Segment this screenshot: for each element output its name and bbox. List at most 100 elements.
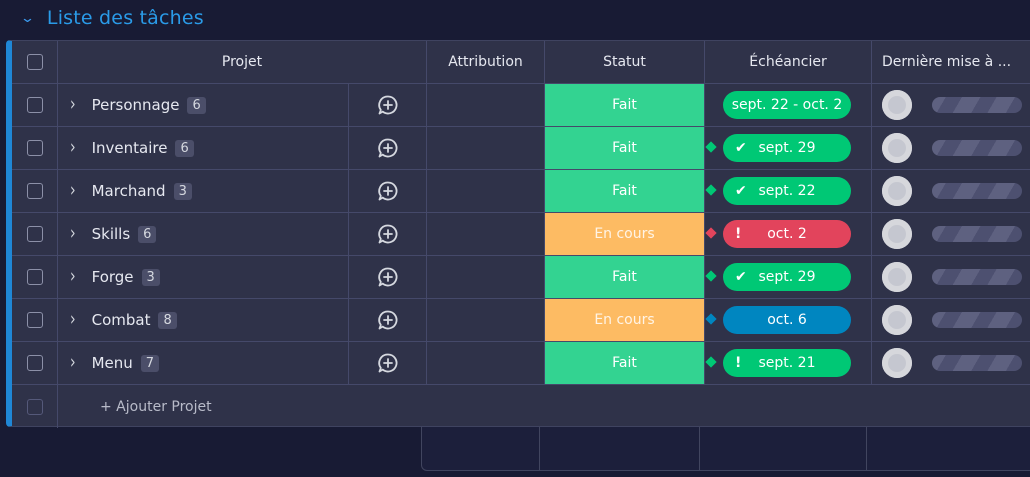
timeline-pill[interactable]: ✔ sept. 29 — [705, 263, 851, 291]
row-checkbox[interactable] — [26, 226, 43, 242]
subitem-count-badge[interactable]: 6 — [138, 225, 157, 243]
status-label[interactable]: Fait — [545, 84, 704, 126]
row-checkbox-cell[interactable] — [12, 342, 58, 384]
status-label[interactable]: Fait — [545, 127, 704, 169]
row-checkbox[interactable] — [26, 269, 43, 285]
row-checkbox-cell[interactable] — [12, 256, 58, 298]
timeline-cell[interactable]: ✔ sept. 29 — [705, 256, 872, 298]
expand-subitems-icon[interactable]: › — [70, 353, 76, 374]
timeline-pill[interactable]: ✔ sept. 22 — [705, 177, 851, 205]
avatar[interactable] — [882, 219, 912, 249]
row-checkbox[interactable] — [26, 355, 43, 371]
updates-cell[interactable] — [349, 84, 427, 126]
avatar[interactable] — [882, 348, 912, 378]
row-checkbox-cell[interactable] — [12, 299, 58, 341]
add-update-icon[interactable] — [377, 180, 399, 202]
status-cell[interactable]: Fait — [545, 127, 705, 169]
project-name[interactable]: Skills — [92, 225, 131, 243]
attribution-cell[interactable] — [427, 342, 545, 384]
subitem-count-badge[interactable]: 6 — [175, 139, 194, 157]
column-header-statut[interactable]: Statut — [545, 41, 705, 83]
row-checkbox[interactable] — [26, 140, 43, 156]
timeline-cell[interactable]: ! oct. 2 — [705, 213, 872, 255]
status-cell[interactable]: En cours — [545, 299, 705, 341]
project-cell[interactable]: › Forge 3 — [58, 256, 349, 298]
select-all-cell[interactable] — [12, 41, 58, 83]
timeline-cell[interactable]: ! sept. 21 — [705, 342, 872, 384]
add-item-cell[interactable]: + Ajouter Projet — [58, 385, 958, 428]
subitem-count-badge[interactable]: 7 — [140, 354, 160, 372]
add-item-row[interactable]: + Ajouter Projet — [12, 385, 1030, 428]
attribution-cell[interactable] — [427, 213, 545, 255]
project-name[interactable]: Marchand — [92, 182, 166, 200]
timeline-cell[interactable]: sept. 22 - oct. 2 — [705, 84, 872, 126]
row-checkbox-cell[interactable] — [12, 170, 58, 212]
row-checkbox-cell[interactable] — [12, 84, 58, 126]
add-update-icon[interactable] — [377, 266, 399, 288]
project-name[interactable]: Menu — [92, 354, 133, 372]
table-row[interactable]: › Personnage 6 Fait sept. 22 - oct. 2 — [12, 84, 1030, 127]
select-all-checkbox[interactable] — [26, 54, 43, 70]
updates-cell[interactable] — [349, 170, 427, 212]
attribution-cell[interactable] — [427, 127, 545, 169]
table-row[interactable]: › Combat 8 En cours oct. 6 — [12, 299, 1030, 342]
status-label[interactable]: Fait — [545, 342, 704, 384]
status-cell[interactable]: Fait — [545, 256, 705, 298]
attribution-cell[interactable] — [427, 84, 545, 126]
status-label[interactable]: En cours — [545, 299, 704, 341]
timeline-pill[interactable]: sept. 22 - oct. 2 — [723, 91, 851, 119]
table-row[interactable]: › Forge 3 Fait ✔ sept. 29 — [12, 256, 1030, 299]
updates-cell[interactable] — [349, 127, 427, 169]
status-label[interactable]: Fait — [545, 256, 704, 298]
table-row[interactable]: › Marchand 3 Fait ✔ sept. 22 — [12, 170, 1030, 213]
add-update-icon[interactable] — [377, 223, 399, 245]
attribution-cell[interactable] — [427, 170, 545, 212]
add-update-icon[interactable] — [377, 309, 399, 331]
row-checkbox[interactable] — [26, 312, 43, 328]
expand-subitems-icon[interactable]: › — [70, 267, 76, 288]
project-name[interactable]: Forge — [92, 268, 134, 286]
row-checkbox-cell[interactable] — [12, 127, 58, 169]
timeline-cell[interactable]: oct. 6 — [705, 299, 872, 341]
chevron-down-icon[interactable]: ⌄ — [20, 12, 35, 25]
project-name[interactable]: Inventaire — [92, 139, 168, 157]
attribution-cell[interactable] — [427, 256, 545, 298]
column-header-derniere-mise-a-jour[interactable]: Dernière mise à ... — [872, 41, 1030, 83]
table-row[interactable]: › Menu 7 Fait ! sept. 21 — [12, 342, 1030, 385]
project-name[interactable]: Personnage — [92, 96, 180, 114]
column-header-projet[interactable]: Projet — [58, 41, 427, 83]
row-checkbox[interactable] — [26, 183, 43, 199]
table-row[interactable]: › Inventaire 6 Fait ✔ sept. 29 — [12, 127, 1030, 170]
add-update-icon[interactable] — [377, 94, 399, 116]
group-title[interactable]: Liste des tâches — [47, 7, 204, 29]
project-cell[interactable]: › Combat 8 — [58, 299, 349, 341]
timeline-pill[interactable]: ! sept. 21 — [705, 349, 851, 377]
project-cell[interactable]: › Inventaire 6 — [58, 127, 349, 169]
expand-subitems-icon[interactable]: › — [70, 224, 76, 245]
timeline-cell[interactable]: ✔ sept. 22 — [705, 170, 872, 212]
project-cell[interactable]: › Skills 6 — [58, 213, 349, 255]
column-header-echeancier[interactable]: Échéancier — [705, 41, 872, 83]
subitem-count-badge[interactable]: 6 — [187, 96, 206, 114]
row-checkbox[interactable] — [26, 97, 43, 113]
updates-cell[interactable] — [349, 299, 427, 341]
avatar[interactable] — [882, 176, 912, 206]
add-update-icon[interactable] — [377, 137, 399, 159]
add-item-label[interactable]: + Ajouter Projet — [100, 399, 212, 415]
expand-subitems-icon[interactable]: › — [70, 310, 76, 331]
status-cell[interactable]: Fait — [545, 170, 705, 212]
row-checkbox-cell[interactable] — [12, 213, 58, 255]
status-cell[interactable]: En cours — [545, 213, 705, 255]
avatar[interactable] — [882, 90, 912, 120]
attribution-cell[interactable] — [427, 299, 545, 341]
subitem-count-badge[interactable]: 3 — [141, 268, 160, 286]
updates-cell[interactable] — [349, 342, 427, 384]
status-label[interactable]: En cours — [545, 213, 704, 255]
expand-subitems-icon[interactable]: › — [70, 181, 76, 202]
status-label[interactable]: Fait — [545, 170, 704, 212]
avatar[interactable] — [882, 305, 912, 335]
expand-subitems-icon[interactable]: › — [70, 95, 76, 116]
timeline-pill[interactable]: ✔ sept. 29 — [705, 134, 851, 162]
status-cell[interactable]: Fait — [545, 84, 705, 126]
project-cell[interactable]: › Personnage 6 — [58, 84, 349, 126]
